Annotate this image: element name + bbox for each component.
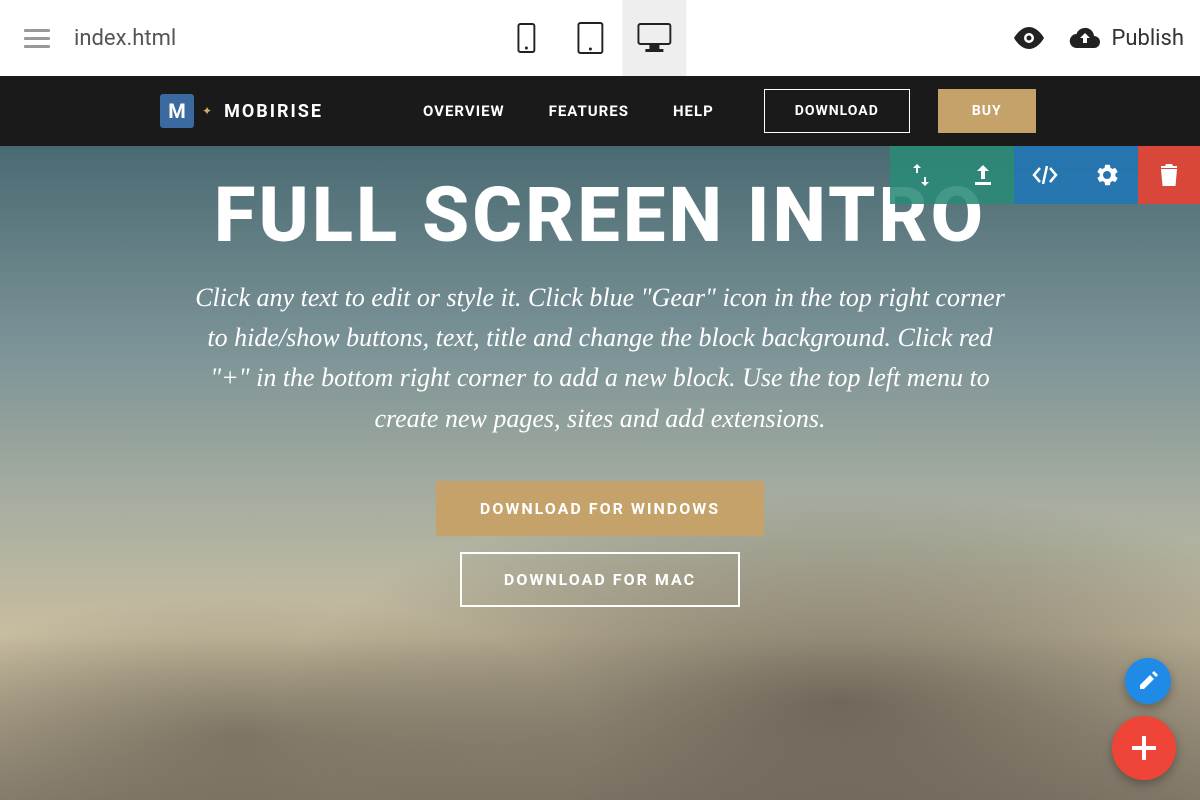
settings-block-button[interactable] <box>1076 146 1138 204</box>
nav-buy-button[interactable]: BUY <box>938 89 1036 133</box>
hero-title[interactable]: FULL SCREEN INTRO <box>214 176 986 256</box>
delete-block-button[interactable] <box>1138 146 1200 204</box>
menu-button[interactable] <box>16 21 58 56</box>
download-mac-button[interactable]: DOWNLOAD FOR MAC <box>460 552 740 607</box>
plus-icon <box>1130 734 1158 762</box>
nav-link-help[interactable]: HELP <box>673 102 714 120</box>
device-toggle-group <box>494 0 686 76</box>
fab-edit-button[interactable] <box>1125 658 1171 704</box>
filename-label[interactable]: index.html <box>74 26 176 51</box>
move-block-button[interactable] <box>890 146 952 204</box>
app-toolbar: index.html Publish <box>0 0 1200 76</box>
block-toolbar <box>890 146 1200 204</box>
site-navbar: M ✦ MOBIRISE OVERVIEW FEATURES HELP DOWN… <box>0 76 1200 146</box>
device-desktop-button[interactable] <box>622 0 686 76</box>
code-block-button[interactable] <box>1014 146 1076 204</box>
nav-link-features[interactable]: FEATURES <box>549 102 629 120</box>
device-tablet-button[interactable] <box>558 0 622 76</box>
fab-add-button[interactable] <box>1112 716 1176 780</box>
nav-link-overview[interactable]: OVERVIEW <box>423 102 505 120</box>
nav-links: OVERVIEW FEATURES HELP <box>423 102 714 120</box>
cloud-upload-icon <box>1069 26 1101 50</box>
preview-button[interactable] <box>1013 27 1045 49</box>
pencil-icon <box>1138 671 1158 691</box>
publish-button[interactable]: Publish <box>1069 26 1184 51</box>
hero-button-group: DOWNLOAD FOR WINDOWS DOWNLOAD FOR MAC <box>436 481 764 607</box>
save-block-button[interactable] <box>952 146 1014 204</box>
nav-download-button[interactable]: DOWNLOAD <box>764 89 910 133</box>
device-phone-button[interactable] <box>494 0 558 76</box>
download-windows-button[interactable]: DOWNLOAD FOR WINDOWS <box>436 481 764 536</box>
toolbar-right: Publish <box>1013 26 1184 51</box>
publish-label: Publish <box>1111 26 1184 51</box>
brand-logo[interactable]: M ✦ MOBIRISE <box>160 94 323 128</box>
logo-mark-icon: M <box>160 94 194 128</box>
brand-name: MOBIRISE <box>224 101 323 122</box>
hero-description[interactable]: Click any text to edit or style it. Clic… <box>190 278 1010 439</box>
logo-rays-icon: ✦ <box>202 104 212 118</box>
hero-block: FULL SCREEN INTRO Click any text to edit… <box>0 146 1200 800</box>
